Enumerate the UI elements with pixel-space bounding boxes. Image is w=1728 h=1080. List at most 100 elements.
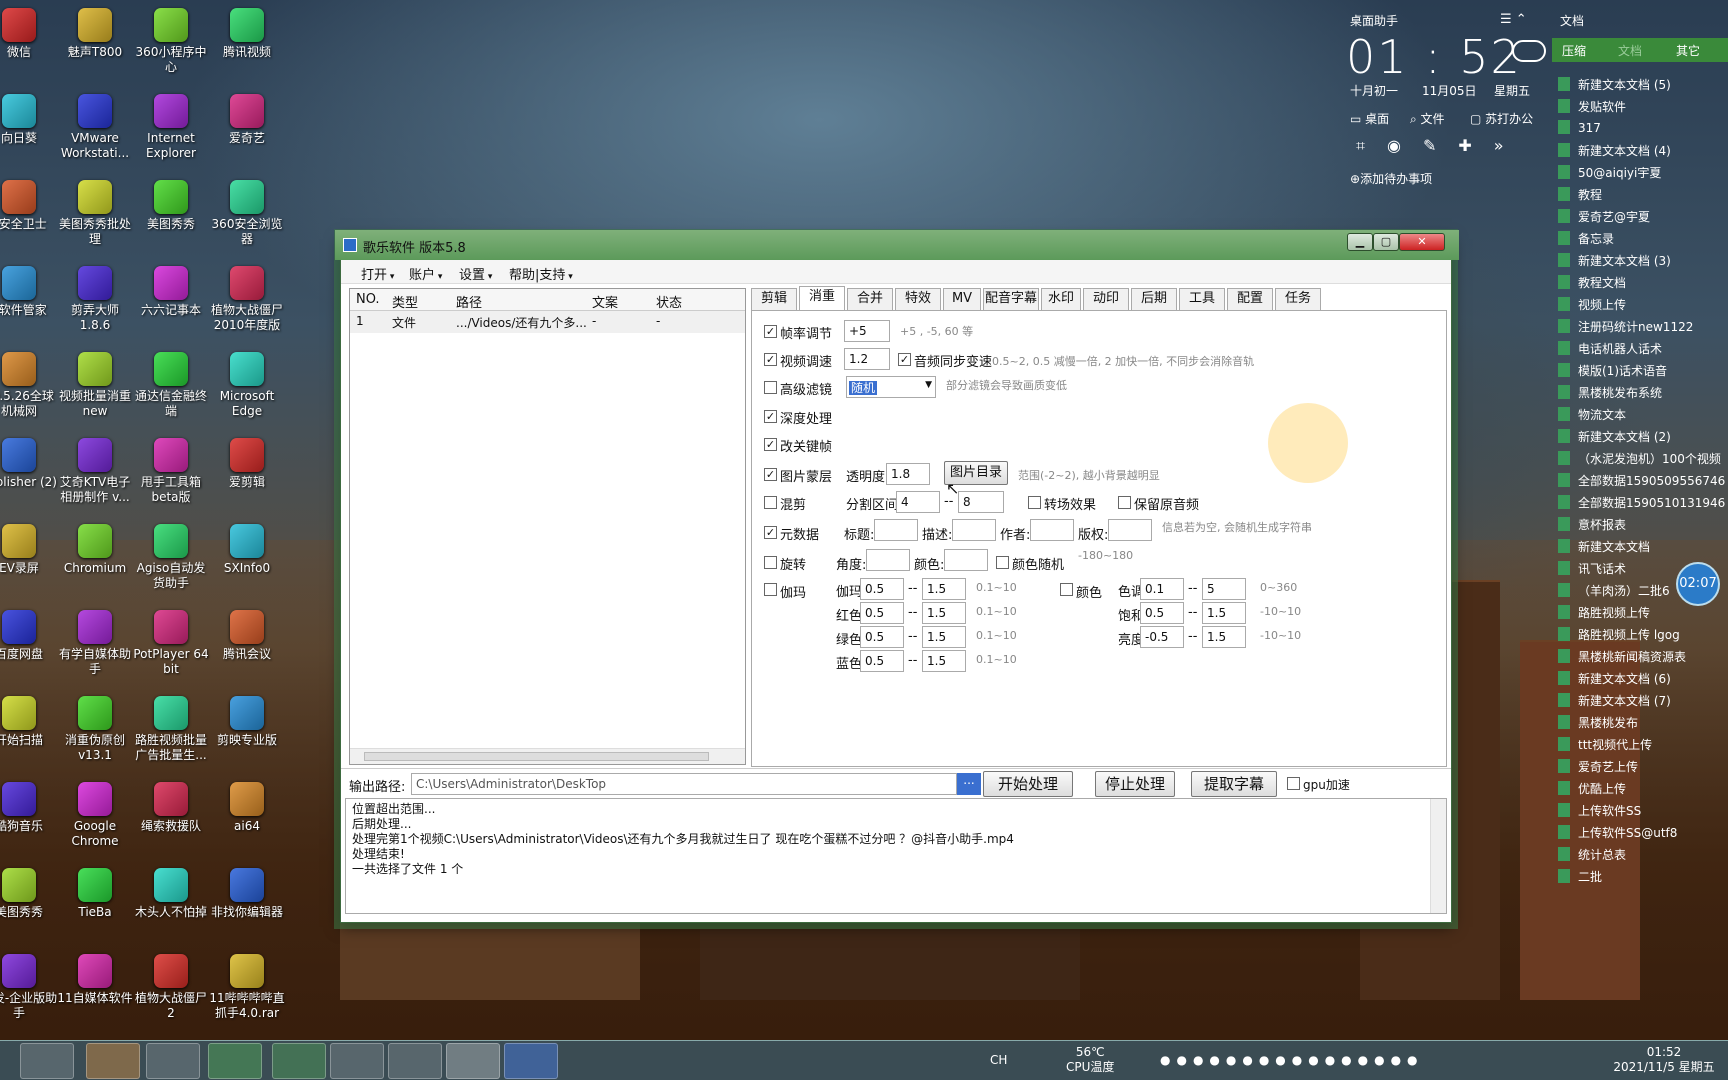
widget-menu-icon[interactable]: ☰ ⌃ [1500,12,1527,27]
tab-11[interactable]: 任务 [1275,288,1321,310]
mix-checkbox[interactable] [764,496,777,509]
tab-4[interactable]: MV [943,288,981,310]
meta-author-input[interactable] [1030,519,1074,541]
rotate-color-input[interactable] [944,549,988,571]
vertical-scrollbar[interactable] [1430,799,1446,913]
tab-7[interactable]: 动印 [1083,288,1129,310]
desktop-icon[interactable]: 有学自媒体助手 [56,606,134,690]
doc-file-item[interactable]: 爱奇艺上传 [1558,758,1638,778]
output-path-input[interactable]: C:\Users\Administrator\DeskTop [411,773,957,795]
taskbar-clock[interactable]: 01:52 2021/11/5 星期五 [1606,1045,1722,1075]
audio-sync-checkbox[interactable]: ✓ [898,353,911,366]
desktop-icon[interactable]: 微信 [0,4,58,88]
color-max-input[interactable]: 1.5 [1202,602,1246,624]
floating-timer-bubble[interactable]: 02:07 [1676,562,1720,606]
doc-file-item[interactable]: 317 [1558,120,1601,140]
doc-file-item[interactable]: 讯飞话术 [1558,560,1626,580]
desktop-icon[interactable]: 美图秀秀 [132,176,210,260]
taskbar-app-icon[interactable] [388,1043,442,1079]
desktop-icon[interactable]: 11哔哔哔哔直抓手4.0.rar [208,950,286,1034]
desktop-icon[interactable]: Google Chrome [56,778,134,862]
color-min-input[interactable]: 0.1 [1140,578,1184,600]
desktop-icon[interactable]: 酷狗音乐 [0,778,58,862]
tab-5[interactable]: 配音字幕 [983,288,1039,310]
desktop-icon[interactable]: 植物大战僵尸2010年度版 [208,262,286,346]
deep-checkbox[interactable]: ✓ [764,410,777,423]
taskbar-app-icon[interactable] [86,1043,140,1079]
docs-tab[interactable]: 其它 [1676,42,1700,59]
doc-file-item[interactable]: 新建文本文档 (6) [1558,670,1671,690]
gpu-checkbox[interactable] [1287,777,1300,790]
opacity-input[interactable]: 1.8 [886,463,930,485]
desktop-icon[interactable]: Publisher (2) [0,434,58,518]
desktop-icon[interactable]: 通达信金融终端 [132,348,210,432]
desktop-icon[interactable]: 360安全浏览器 [208,176,286,260]
menu-settings[interactable]: 设置 [459,264,492,283]
doc-file-item[interactable]: 50@aiqiyi宇夏 [1558,164,1661,184]
desktop-icon[interactable]: Chromium [56,520,134,604]
browser-icon[interactable] [208,1043,262,1079]
gamma-max-input[interactable]: 1.5 [922,602,966,624]
doc-file-item[interactable]: 上传软件SS [1558,802,1641,822]
tab-10[interactable]: 配置 [1227,288,1273,310]
doc-file-item[interactable]: 路胜视频上传 [1558,604,1650,624]
gamma-min-input[interactable]: 0.5 [860,650,904,672]
desktop-icon[interactable]: EV录屏 [0,520,58,604]
col-copy[interactable]: 文案 [592,292,618,311]
doc-file-item[interactable]: 二批 [1558,868,1602,888]
taskbar-app-icon[interactable] [330,1043,384,1079]
doc-file-item[interactable]: ttt视频代上传 [1558,736,1652,756]
filter-checkbox[interactable] [764,381,777,394]
widget-tool-icons[interactable]: ⌗◉✎✚» [1356,136,1526,156]
wechat-icon[interactable] [272,1043,326,1079]
file-explorer-icon[interactable] [20,1043,74,1079]
doc-file-item[interactable]: 路胜视频上传 lgog [1558,626,1680,646]
docs-tab[interactable]: 文档 [1618,42,1642,59]
tab-1[interactable]: 消重 [799,286,845,310]
horizontal-scrollbar[interactable] [350,748,745,764]
doc-file-item[interactable]: 新建文本文档 (2) [1558,428,1671,448]
desktop-icon[interactable]: VMware Workstati... [56,90,134,174]
link-office[interactable]: ▢ 苏打办公 [1470,110,1533,127]
desktop-icon[interactable]: 视频批量消重new [56,348,134,432]
desktop-icon[interactable]: 植物大战僵尸2 [132,950,210,1034]
meta-title-input[interactable] [874,519,918,541]
desktop-icon[interactable]: 20.5.26全球机械网 [0,348,58,432]
desktop-icon[interactable]: 木头人不怕掉 [132,864,210,948]
doc-file-item[interactable]: 全部数据1590510131946 [1558,494,1725,514]
add-todo-link[interactable]: ⊕添加待办事项 [1350,170,1432,187]
overlay-checkbox[interactable]: ✓ [764,468,777,481]
desktop-icon[interactable]: 爱发-企业版助手 [0,950,58,1034]
extract-subtitle-button[interactable]: 提取字幕 [1191,771,1277,797]
col-path[interactable]: 路径 [456,292,482,311]
color-checkbox[interactable] [1060,583,1073,596]
doc-file-item[interactable]: 黑楼桃发布系统 [1558,384,1662,404]
doc-file-item[interactable]: 教程文档 [1558,274,1626,294]
gamma-min-input[interactable]: 0.5 [860,578,904,600]
angle-input[interactable] [866,549,910,571]
color-max-input[interactable]: 1.5 [1202,626,1246,648]
col-status[interactable]: 状态 [656,292,682,311]
desktop-icon[interactable]: SXInfo0 [208,520,286,604]
desktop-icon[interactable]: 甩手工具箱 beta版 [132,434,210,518]
doc-file-item[interactable]: 统计总表 [1558,846,1626,866]
doc-file-item[interactable]: 新建文本文档 (3) [1558,252,1671,272]
taskbar-app-icon[interactable] [146,1043,200,1079]
speed-checkbox[interactable]: ✓ [764,353,777,366]
doc-file-item[interactable]: 教程 [1558,186,1602,206]
frame-rate-input[interactable]: +5 [844,320,890,342]
gamma-max-input[interactable]: 1.5 [922,650,966,672]
tab-9[interactable]: 工具 [1179,288,1225,310]
gamma-checkbox[interactable] [764,583,777,596]
doc-file-item[interactable]: 意杯报表 [1558,516,1626,536]
doc-file-item[interactable]: 全部数据1590509556746 [1558,472,1725,492]
desktop-icon[interactable]: 腾讯视频 [208,4,286,88]
desktop-icon[interactable]: 美图秀秀 [0,864,58,948]
desktop-icon[interactable]: Internet Explorer [132,90,210,174]
desktop-icon[interactable]: ai64 [208,778,286,862]
desktop-icon[interactable]: 爱剪辑 [208,434,286,518]
desktop-icon[interactable]: Agiso自动发货助手 [132,520,210,604]
tab-6[interactable]: 水印 [1041,288,1081,310]
gamma-max-input[interactable]: 1.5 [922,626,966,648]
random-color-checkbox[interactable] [996,556,1009,569]
